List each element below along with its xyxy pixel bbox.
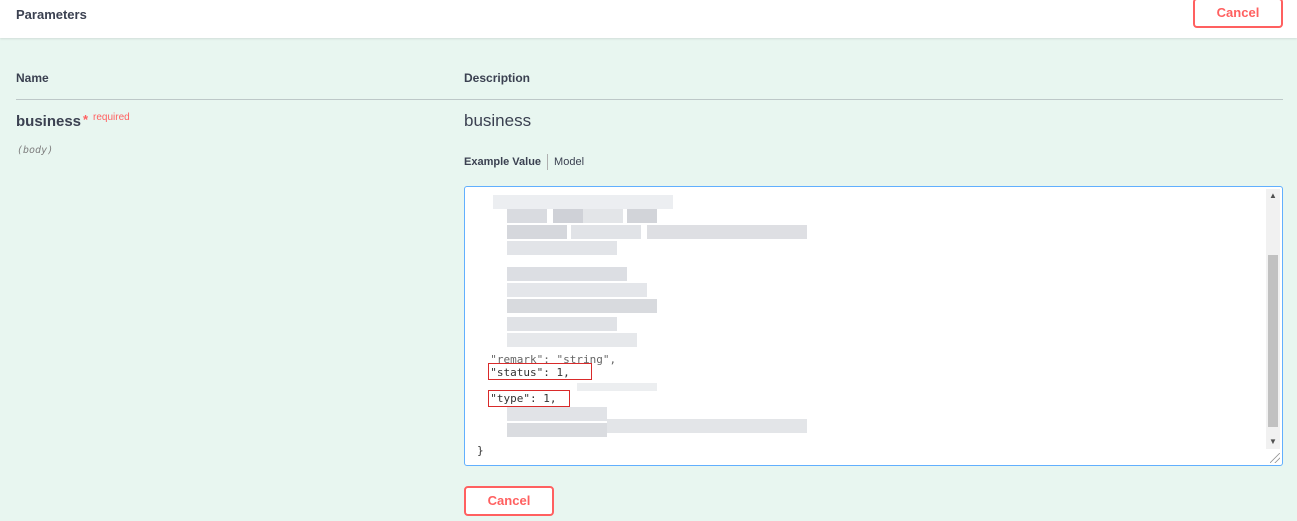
highlight-box-type — [488, 390, 570, 407]
scroll-down-arrow-icon[interactable]: ▼ — [1266, 435, 1280, 449]
redacted-block — [571, 225, 641, 239]
section-title: Parameters — [16, 7, 87, 22]
parameter-in: (body) — [17, 145, 54, 156]
highlight-box-status — [488, 363, 592, 380]
redacted-block — [627, 209, 657, 223]
parameter-name-text: business — [16, 113, 82, 130]
body-editor-textarea[interactable]: "remark": "string", "status": 1, "type":… — [464, 186, 1283, 466]
code-line-closing-brace: } — [477, 444, 484, 457]
redacted-block — [507, 299, 657, 313]
column-header-name: Name — [16, 71, 49, 85]
column-header-description: Description — [464, 71, 531, 85]
scroll-up-arrow-icon[interactable]: ▲ — [1266, 189, 1280, 203]
redacted-block — [507, 209, 547, 223]
parameter-description: business — [464, 111, 532, 130]
required-label: required — [93, 112, 130, 123]
redacted-block — [647, 225, 807, 239]
redacted-block — [507, 267, 627, 281]
tab-separator — [547, 154, 549, 170]
tab-model[interactable]: Model — [554, 156, 584, 168]
redacted-block — [507, 225, 567, 239]
redacted-block — [553, 209, 583, 223]
redacted-block — [607, 419, 807, 433]
redacted-block — [583, 209, 623, 223]
parameter-name: business * — [16, 112, 89, 130]
parameters-header: Parameters Cancel — [0, 0, 1297, 38]
resize-grip-icon[interactable] — [1270, 453, 1280, 463]
cancel-button-top[interactable]: Cancel — [1193, 0, 1283, 28]
required-star: * — [83, 112, 89, 127]
redacted-block — [507, 241, 617, 255]
editor-scrollbar[interactable]: ▲ ▼ — [1266, 189, 1280, 449]
redacted-block — [507, 333, 637, 347]
cancel-button-bottom[interactable]: Cancel — [464, 486, 554, 516]
redacted-block — [507, 283, 647, 297]
scroll-thumb[interactable] — [1268, 255, 1278, 427]
redacted-block — [577, 383, 657, 391]
redacted-block — [493, 195, 673, 209]
example-tabs: Example Value Model — [464, 154, 584, 170]
redacted-block — [507, 423, 607, 437]
code-area[interactable]: "remark": "string", "status": 1, "type":… — [477, 187, 1262, 465]
header-divider — [16, 99, 1283, 100]
tab-example-value[interactable]: Example Value — [464, 156, 541, 168]
redacted-block — [507, 317, 617, 331]
redacted-block — [507, 407, 607, 421]
